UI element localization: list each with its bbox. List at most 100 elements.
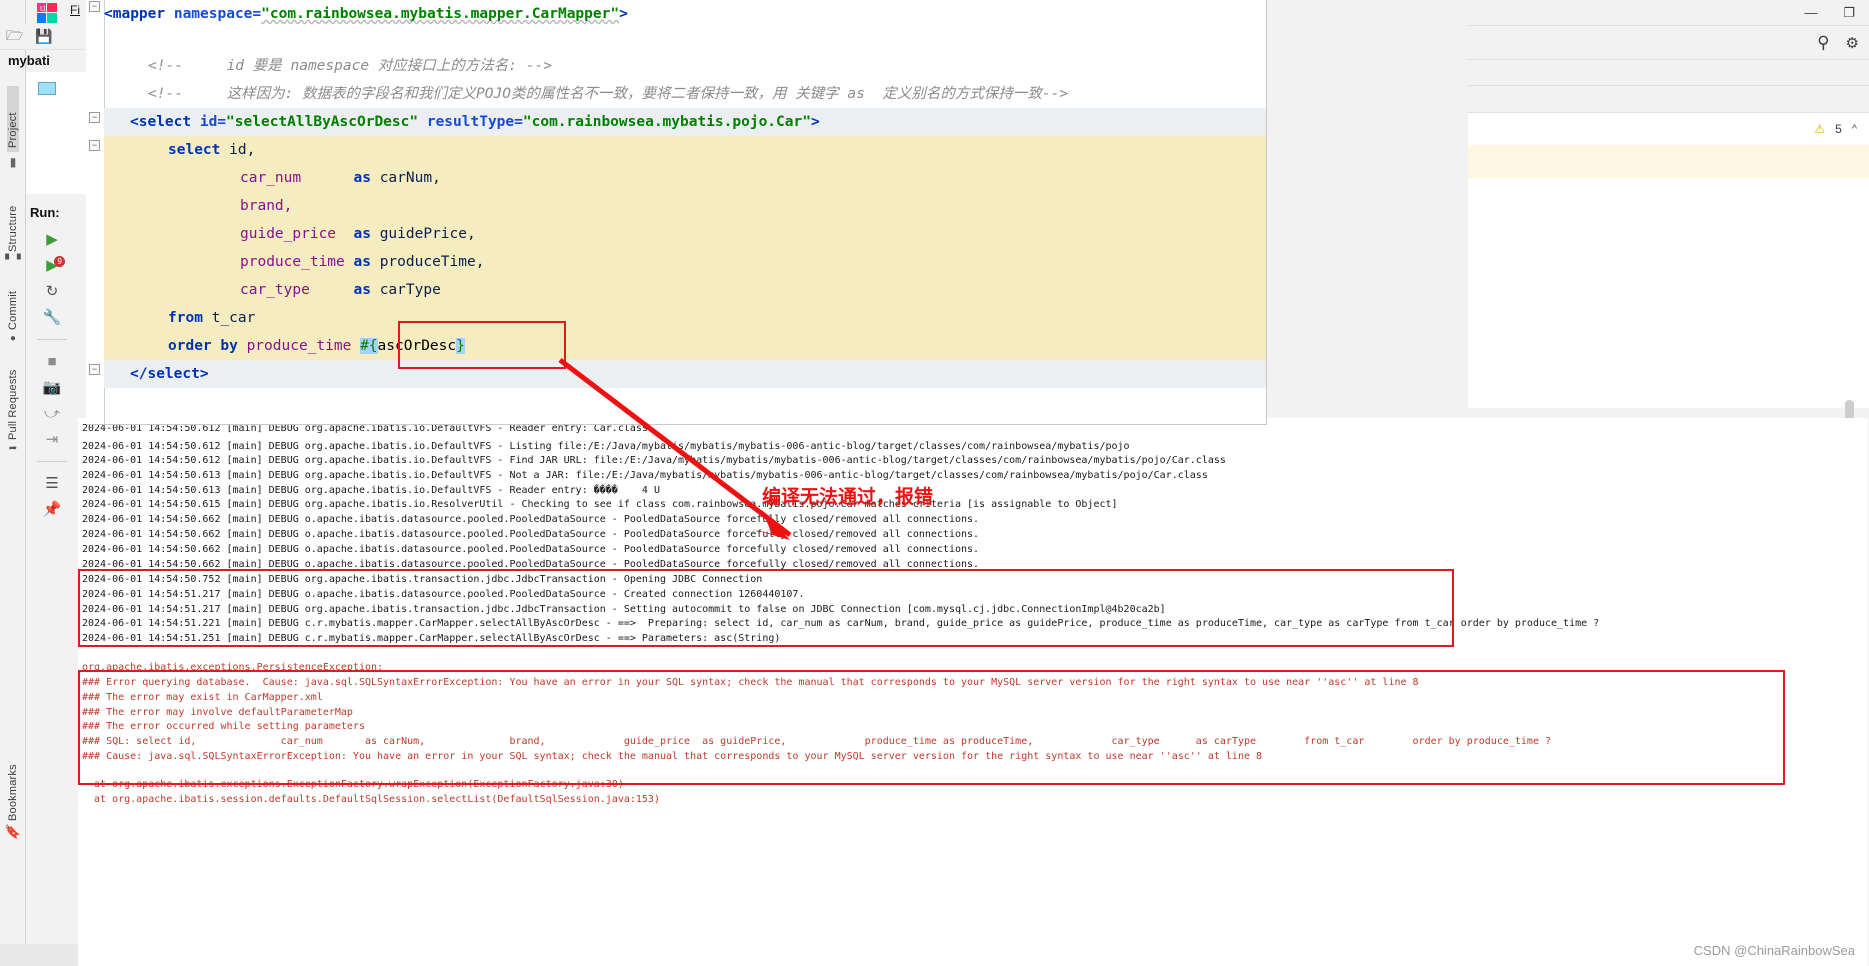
code-token: t_car xyxy=(203,310,255,326)
code-token xyxy=(301,170,353,186)
rerun-button[interactable]: ▶ xyxy=(46,232,58,247)
console-log-line[interactable]: 2024-06-01 14:54:50.615 [main] DEBUG org… xyxy=(82,498,1118,512)
code-line[interactable]: order by produce_time #{ascOrDesc} xyxy=(104,332,1267,360)
code-fold-toggle[interactable]: − xyxy=(89,140,100,151)
console-log-line[interactable]: 2024-06-01 14:54:50.662 [main] DEBUG o.a… xyxy=(82,528,979,542)
console-log-line[interactable]: 2024-06-01 14:54:50.612 [main] DEBUG org… xyxy=(82,440,1130,454)
console-log-line[interactable]: at org.apache.ibatis.session.defaults.De… xyxy=(82,793,660,807)
project-tree-node[interactable] xyxy=(38,82,56,95)
search-icon[interactable]: ⚲ xyxy=(1817,33,1829,53)
code-token: produce_time xyxy=(240,254,345,270)
editor-blank-area xyxy=(1468,178,1869,408)
warning-triangle-icon: ⚠ xyxy=(1814,122,1825,136)
code-token: > xyxy=(811,114,820,130)
code-token: <mapper xyxy=(104,6,165,22)
screenshot-button[interactable]: 📷 xyxy=(43,380,62,395)
code-line[interactable]: produce_time as produceTime, xyxy=(104,248,1267,276)
code-token: produceTime, xyxy=(371,254,485,270)
code-line[interactable]: <!-- 这样因为: 数据表的字段名和我们定义POJO类的属性名不一致，要将二者… xyxy=(148,80,1068,108)
toolbar-row-3 xyxy=(1468,60,1869,86)
rerun-failed-button[interactable]: ↻ xyxy=(46,284,59,299)
code-fold-toggle[interactable]: − xyxy=(89,364,100,375)
debug-button[interactable]: ▶9 xyxy=(46,258,58,273)
window-title-bar: — ❐ xyxy=(1468,0,1869,26)
console-log-line[interactable]: 2024-06-01 14:54:50.662 [main] DEBUG o.a… xyxy=(82,513,979,527)
code-token: car_num xyxy=(240,170,301,186)
structure-icon: ▘▝ xyxy=(5,256,20,266)
rail-group-top: Project ▮ Structure ▘▝ Commit ⦁ Pull Req… xyxy=(0,86,26,454)
folder-open-icon[interactable]: 🗁 xyxy=(6,25,23,49)
code-token: select xyxy=(168,142,220,158)
code-fold-toggle[interactable]: − xyxy=(89,1,100,12)
sidebar-item-bookmarks[interactable]: Bookmarks xyxy=(7,745,19,825)
sidebar-item-label: Commit xyxy=(7,291,19,330)
pin-tab-button[interactable]: 📌 xyxy=(43,502,62,517)
code-token: "selectAllByAscOrDesc" xyxy=(226,114,418,130)
inspection-widget[interactable]: ⚠ 5 ^ xyxy=(1468,113,1869,145)
annotation-box-error xyxy=(78,670,1785,785)
toolbar-divider xyxy=(37,339,67,340)
filter-button[interactable]: ⤻ xyxy=(44,406,60,421)
project-name-label: mybati xyxy=(8,53,50,68)
tool-window-rail: Project ▮ Structure ▘▝ Commit ⦁ Pull Req… xyxy=(0,0,26,966)
status-bar-left xyxy=(0,944,78,966)
code-line[interactable]: <mapper namespace="com.rainbowsea.mybati… xyxy=(104,0,628,28)
code-token: #{ xyxy=(360,338,377,354)
code-token: order by xyxy=(168,338,238,354)
code-token: > xyxy=(619,6,628,22)
code-token xyxy=(418,114,427,130)
chevron-up-icon[interactable]: ^ xyxy=(1852,123,1857,135)
toolbar-divider-2 xyxy=(37,461,67,462)
code-token xyxy=(165,6,174,22)
code-line[interactable]: <!-- id 要是 namespace 对应接口上的方法名: --> xyxy=(148,52,552,80)
code-token: id= xyxy=(200,114,226,130)
code-line[interactable]: car_type as carType xyxy=(104,276,1267,304)
code-fold-toggle[interactable]: − xyxy=(89,112,100,123)
console-log-line[interactable]: 2024-06-01 14:54:50.613 [main] DEBUG org… xyxy=(82,484,660,498)
code-token: namespace= xyxy=(174,6,261,22)
save-icon[interactable]: 💾 xyxy=(35,28,52,45)
sidebar-item-label: Bookmarks xyxy=(7,764,19,821)
code-token: as xyxy=(354,226,371,242)
console-log-line[interactable]: 2024-06-01 14:54:50.613 [main] DEBUG org… xyxy=(82,469,1208,483)
code-token: "com.rainbowsea.mybatis.pojo.Car" xyxy=(523,114,811,130)
project-tool-window[interactable] xyxy=(26,72,92,194)
code-token: carNum, xyxy=(371,170,441,186)
sidebar-item-project[interactable]: Project xyxy=(7,86,19,152)
code-token: guidePrice, xyxy=(371,226,476,242)
code-token: as xyxy=(354,170,371,186)
code-line[interactable]: <select id="selectAllByAscOrDesc" result… xyxy=(104,108,1267,136)
code-line[interactable]: select id, xyxy=(104,136,1267,164)
console-log-line[interactable]: 2024-06-01 14:54:50.662 [main] DEBUG o.a… xyxy=(82,543,979,557)
minimize-icon[interactable]: — xyxy=(1804,5,1817,20)
gear-icon[interactable]: ⚙ xyxy=(1846,34,1859,52)
console-log-line[interactable]: 2024-06-01 14:54:50.612 [main] DEBUG org… xyxy=(82,454,1226,468)
sidebar-item-structure[interactable]: Structure xyxy=(7,182,19,256)
inspection-warning-count: 5 xyxy=(1835,122,1842,136)
sidebar-item-label: Pull Requests xyxy=(7,370,19,440)
code-line[interactable]: </select> xyxy=(104,360,1267,388)
intellij-idea-logo-icon: IJ xyxy=(36,2,58,24)
bookmark-icon: 🔖 xyxy=(5,825,21,838)
code-token xyxy=(238,338,247,354)
stop-button[interactable]: ■ xyxy=(47,354,56,369)
code-line[interactable]: from t_car xyxy=(104,304,1267,332)
settings-wrench-button[interactable]: 🔧 xyxy=(43,310,62,325)
xml-editor-pane[interactable]: 💡 <mapper namespace="com.rainbowsea.myba… xyxy=(86,0,1267,425)
sidebar-item-label: Structure xyxy=(7,206,19,252)
commit-icon: ⦁ xyxy=(11,334,16,344)
code-token: brand, xyxy=(240,198,292,214)
pull-request-icon: ➦ xyxy=(9,444,17,454)
menu-file[interactable]: Fi xyxy=(70,3,80,17)
code-line[interactable]: guide_price as guidePrice, xyxy=(104,220,1267,248)
run-panel-title: Run: xyxy=(26,205,92,227)
soft-wrap-button[interactable]: ☰ xyxy=(45,476,58,491)
code-line[interactable]: car_num as carNum, xyxy=(104,164,1267,192)
sidebar-item-label: Project xyxy=(7,112,19,148)
restore-icon[interactable]: ❐ xyxy=(1843,5,1855,21)
code-line[interactable]: brand, xyxy=(104,192,1267,220)
export-button[interactable]: ⇥ xyxy=(46,432,59,447)
editor-gutter[interactable] xyxy=(86,0,104,425)
sidebar-item-commit[interactable]: Commit xyxy=(7,276,19,334)
sidebar-item-pull-requests[interactable]: Pull Requests xyxy=(7,354,19,444)
